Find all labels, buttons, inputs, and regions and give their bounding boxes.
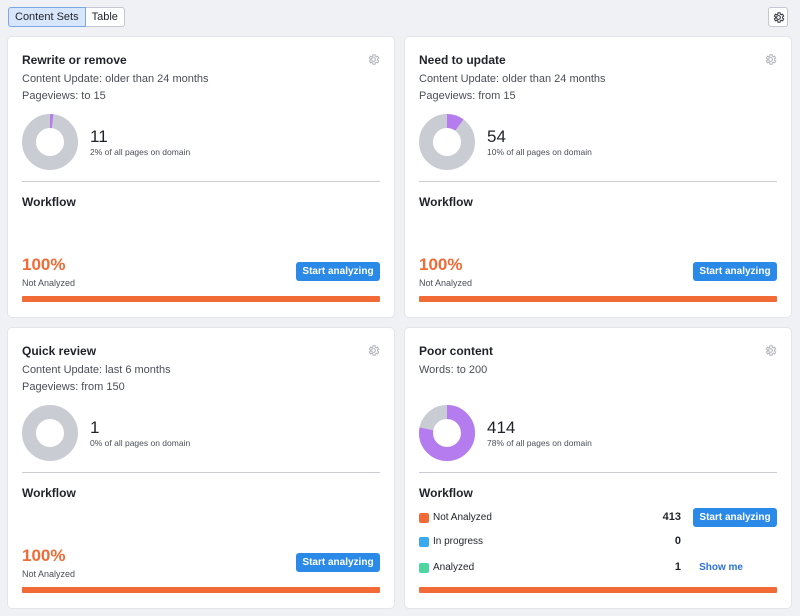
- content-set-card: Rewrite or remove Content Update: older …: [8, 37, 394, 317]
- workflow-progress-bar: [419, 296, 777, 302]
- filter-pageviews: Pageviews: to 15: [22, 90, 106, 102]
- start-analyzing-button[interactable]: Start analyzing: [693, 508, 777, 527]
- card-title: Rewrite or remove: [22, 53, 127, 67]
- content-set-card: Quick review Content Update: last 6 mont…: [8, 328, 394, 608]
- card-title: Quick review: [22, 344, 97, 358]
- status-swatch: [419, 513, 429, 523]
- filter-content-update: Content Update: older than 24 months: [22, 73, 209, 85]
- tab-content-sets[interactable]: Content Sets: [8, 7, 86, 27]
- page-count: 414: [487, 418, 516, 437]
- gear-icon: [773, 11, 784, 23]
- gear-icon[interactable]: [367, 344, 380, 357]
- view-switcher: Content Sets Table: [8, 7, 788, 27]
- workflow-progress-bar: [22, 296, 380, 302]
- domain-share: 2% of all pages on domain: [90, 147, 191, 157]
- not-analyzed-percent: 100%: [419, 255, 463, 274]
- domain-share: 10% of all pages on domain: [487, 147, 592, 157]
- legend-value: 1: [674, 561, 681, 573]
- show-me-link[interactable]: Show me: [699, 562, 743, 573]
- workflow-title: Workflow: [419, 486, 473, 500]
- not-analyzed-percent: 100%: [22, 546, 66, 565]
- legend-value: 0: [674, 535, 681, 547]
- filter-content-update: Content Update: last 6 months: [22, 364, 171, 376]
- filter-pageviews: Pageviews: from 15: [419, 90, 516, 102]
- progress-fill: [419, 587, 777, 593]
- divider: [22, 181, 380, 182]
- not-analyzed-percent: 100%: [22, 255, 66, 274]
- page-count: 11: [90, 127, 108, 146]
- share-donut-chart: [419, 405, 475, 461]
- tab-table[interactable]: Table: [85, 7, 125, 27]
- legend-row-in-progress: In progress 0: [419, 535, 777, 549]
- status-swatch: [419, 537, 429, 547]
- legend-label: Analyzed: [433, 562, 475, 573]
- content-set-card: Poor content Words: to 200 414 78% of al…: [405, 328, 791, 608]
- card-title: Need to update: [419, 53, 506, 67]
- legend-value: 413: [662, 511, 681, 523]
- workflow-progress-bar: [419, 587, 777, 593]
- start-analyzing-button[interactable]: Start analyzing: [296, 262, 380, 281]
- legend-label: In progress: [433, 536, 484, 547]
- gear-icon[interactable]: [764, 53, 777, 66]
- legend-label: Not Analyzed: [433, 512, 492, 523]
- divider: [419, 181, 777, 182]
- divider: [22, 472, 380, 473]
- card-title: Poor content: [419, 344, 493, 358]
- legend-row-analyzed: Analyzed 1 Show me: [419, 561, 777, 575]
- not-analyzed-label: Not Analyzed: [22, 569, 76, 579]
- gear-icon[interactable]: [367, 53, 380, 66]
- start-analyzing-button[interactable]: Start analyzing: [693, 262, 777, 281]
- filter-content-update: Content Update: older than 24 months: [419, 73, 606, 85]
- settings-button[interactable]: [768, 7, 788, 27]
- page-count: 1: [90, 418, 100, 437]
- share-donut-chart: [419, 114, 475, 170]
- progress-fill: [419, 296, 777, 302]
- page-count: 54: [487, 127, 506, 146]
- filter-pageviews: Pageviews: from 150: [22, 381, 125, 393]
- share-donut-chart: [22, 114, 78, 170]
- workflow-title: Workflow: [419, 195, 473, 209]
- donut-rest-slice: [22, 405, 78, 461]
- workflow-progress-bar: [22, 587, 380, 593]
- top-bar: Content Sets Table: [8, 7, 788, 27]
- not-analyzed-label: Not Analyzed: [419, 278, 473, 288]
- gear-icon[interactable]: [764, 344, 777, 357]
- content-set-card: Need to update Content Update: older tha…: [405, 37, 791, 317]
- domain-share: 78% of all pages on domain: [487, 438, 592, 448]
- workflow-title: Workflow: [22, 486, 76, 500]
- share-donut-chart: [22, 405, 78, 461]
- filter-words: Words: to 200: [419, 364, 488, 376]
- divider: [419, 472, 777, 473]
- start-analyzing-button[interactable]: Start analyzing: [296, 553, 380, 572]
- status-swatch: [419, 563, 429, 573]
- progress-fill: [22, 587, 380, 593]
- progress-fill: [22, 296, 380, 302]
- domain-share: 0% of all pages on domain: [90, 438, 191, 448]
- not-analyzed-label: Not Analyzed: [22, 278, 76, 288]
- workflow-title: Workflow: [22, 195, 76, 209]
